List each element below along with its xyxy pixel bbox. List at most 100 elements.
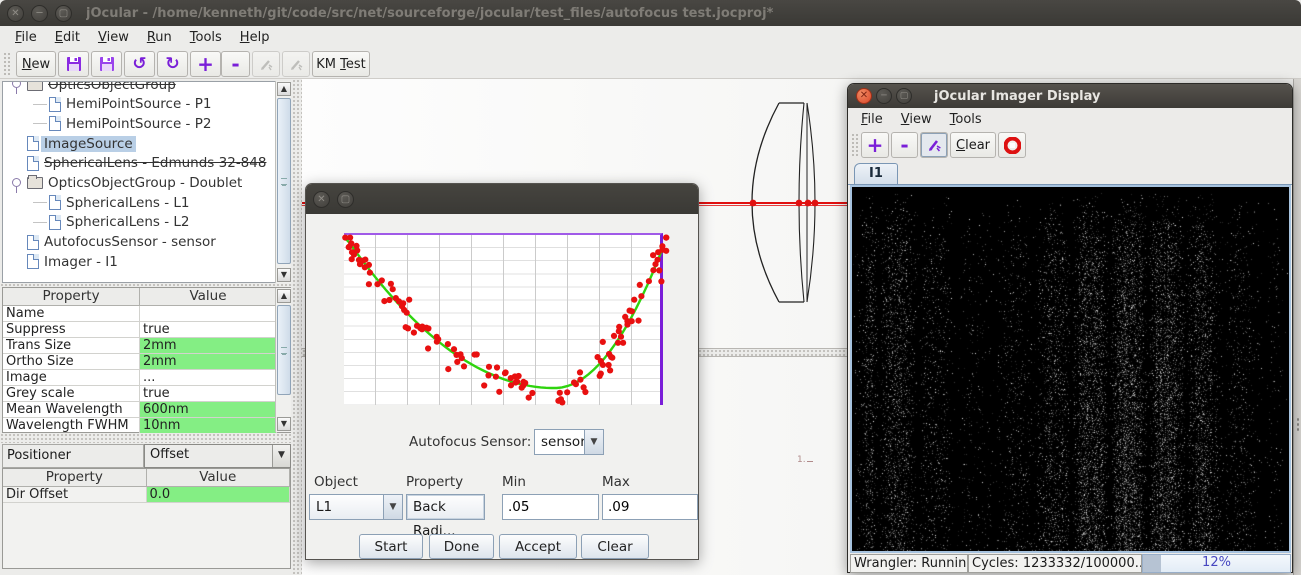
cell-value[interactable]: 10nm <box>140 418 277 433</box>
property-table[interactable]: Property Value NameSuppresstrueTrans Siz… <box>2 287 291 433</box>
clear-button[interactable]: Clear <box>581 534 649 559</box>
doc-icon <box>27 235 39 250</box>
tree-item-label: AutofocusSensor - sensor <box>41 234 219 250</box>
start-button[interactable]: Start <box>359 534 423 559</box>
save-icon[interactable] <box>58 51 89 77</box>
tree-scrollbar[interactable]: ▲ ▼ <box>275 81 291 283</box>
panel-splitter[interactable] <box>292 79 302 575</box>
toolbar-drag-handle[interactable] <box>851 133 860 157</box>
sensor-select[interactable]: sensor ▼ <box>534 429 604 455</box>
close-icon[interactable]: ✕ <box>313 191 330 208</box>
menu-file[interactable]: File <box>6 28 46 47</box>
scroll-down-icon[interactable]: ▼ <box>277 417 291 431</box>
table-row[interactable]: Mean Wavelength600nm <box>3 402 290 418</box>
maximize-icon[interactable]: ▢ <box>896 88 912 104</box>
doublet-lens-drawing[interactable] <box>737 95 832 310</box>
undo-icon[interactable]: ↺ <box>124 51 155 77</box>
km-test-button[interactable]: KM Test <box>312 51 370 77</box>
table-row[interactable]: Image... <box>3 370 290 386</box>
cell-value[interactable]: true <box>140 386 277 401</box>
imager-menu-view[interactable]: View <box>892 110 941 129</box>
accept-button[interactable]: Accept <box>499 534 577 559</box>
tree-item-opticsobjectgroup-doublet[interactable]: OpticsObjectGroup - Doublet <box>3 174 245 193</box>
tree-item-sphericallens-edmunds-32-848[interactable]: SphericalLens - Edmunds 32-848 <box>3 154 269 173</box>
save-as-icon[interactable] <box>91 51 122 77</box>
table-row[interactable]: Suppresstrue <box>3 322 290 338</box>
tab-i1[interactable]: I1 <box>854 163 898 184</box>
table-row[interactable]: Grey scaletrue <box>3 386 290 402</box>
max-input[interactable] <box>602 494 698 520</box>
table-row[interactable]: Name <box>3 306 290 322</box>
optics-object-tree[interactable]: OpticsObjectGroupHemiPointSource - P1Hem… <box>2 81 291 283</box>
menu-view[interactable]: View <box>89 28 138 47</box>
remove-icon[interactable]: - <box>891 132 918 158</box>
scroll-up-icon[interactable]: ▲ <box>277 82 291 96</box>
property-table-scrollbar[interactable]: ▲ ▼ <box>275 288 291 432</box>
sensor-image-display[interactable] <box>850 185 1291 553</box>
imager-tabrow: I1 <box>848 162 1292 185</box>
add-icon[interactable]: + <box>861 132 889 158</box>
tree-item-label: SphericalLens - L2 <box>63 214 193 230</box>
menu-run[interactable]: Run <box>138 28 181 47</box>
property-scroll-thumb[interactable] <box>277 305 291 395</box>
cycles-status: Cycles: 1233332/100000... <box>968 554 1142 573</box>
edit-icon[interactable] <box>920 132 948 158</box>
done-button[interactable]: Done <box>429 534 494 559</box>
add-icon[interactable]: + <box>190 51 221 77</box>
table-row[interactable]: Dir Offset0.0 <box>3 487 290 503</box>
tree-item-sphericallens-l1[interactable]: SphericalLens - L1 <box>3 193 193 212</box>
close-icon[interactable]: ✕ <box>7 5 24 22</box>
positioner-select[interactable]: Offset ▼ <box>144 444 291 468</box>
table-row[interactable]: Ortho Size2mm <box>3 354 290 370</box>
clear-button[interactable]: Clear <box>950 132 996 158</box>
cell-value[interactable]: ... <box>140 370 277 385</box>
minimize-icon[interactable]: ─ <box>876 88 892 104</box>
cell-value[interactable] <box>140 306 277 321</box>
minimize-icon[interactable]: ─ <box>31 5 48 22</box>
cell-property: Image <box>3 370 140 385</box>
object-select[interactable]: L1 ▼ <box>309 494 403 520</box>
toolbar-drag-handle[interactable] <box>3 52 12 76</box>
tree-item-imager-i1[interactable]: Imager - I1 <box>3 252 121 271</box>
cell-value[interactable]: 0.0 <box>147 487 291 502</box>
cell-value[interactable]: 2mm <box>140 354 277 369</box>
tree-item-autofocussensor-sensor[interactable]: AutofocusSensor - sensor <box>3 233 219 252</box>
imager-menu-tools[interactable]: Tools <box>941 110 991 129</box>
cell-value[interactable]: 600nm <box>140 402 277 417</box>
cell-property: Wavelength FWHM <box>3 418 140 433</box>
min-input[interactable] <box>502 494 599 520</box>
cell-value[interactable]: true <box>140 322 277 337</box>
cell-value[interactable]: 2mm <box>140 338 277 353</box>
scroll-down-icon[interactable]: ▼ <box>277 268 291 282</box>
imager-statusbar: Wrangler: Running Cycles: 1233332/100000… <box>850 554 1291 573</box>
chevron-down-icon: ▼ <box>383 495 402 519</box>
menu-tools[interactable]: Tools <box>181 28 231 47</box>
menu-edit[interactable]: Edit <box>46 28 89 47</box>
scroll-up-icon[interactable]: ▲ <box>277 289 291 303</box>
tree-item-hemipointsource-p2[interactable]: HemiPointSource - P2 <box>3 114 214 133</box>
new-button[interactable]: New <box>16 51 56 77</box>
tree-item-hemipointsource-p1[interactable]: HemiPointSource - P1 <box>3 95 214 114</box>
tree-item-sphericallens-l2[interactable]: SphericalLens - L2 <box>3 213 193 232</box>
tree-expand-toggle-icon[interactable] <box>12 81 21 88</box>
maximize-icon[interactable]: ▢ <box>337 191 354 208</box>
menu-help[interactable]: Help <box>231 28 279 47</box>
table-row[interactable]: Trans Size2mm <box>3 338 290 354</box>
maximize-icon[interactable]: ▢ <box>55 5 72 22</box>
autofocus-plot <box>344 233 663 405</box>
tree-item-imagesource[interactable]: ImageSource <box>3 134 136 153</box>
positioner-table[interactable]: Property Value Dir Offset0.0 <box>2 468 291 569</box>
property-button[interactable]: Back Radi... <box>406 494 485 520</box>
tree-item-opticsobjectgroup[interactable]: OpticsObjectGroup <box>3 81 179 94</box>
tree-expand-toggle-icon[interactable] <box>12 178 21 187</box>
stop-icon[interactable] <box>998 132 1026 158</box>
table-row[interactable]: Wavelength FWHM10nm <box>3 418 290 434</box>
close-icon[interactable]: ✕ <box>856 88 872 104</box>
tree-scroll-thumb[interactable] <box>277 98 291 264</box>
redo-icon[interactable]: ↻ <box>157 51 188 77</box>
imager-menu-file[interactable]: File <box>852 110 892 129</box>
right-splitter[interactable] <box>1293 79 1301 575</box>
imager-window: ✕ ─ ▢ jOcular Imager Display FileViewToo… <box>847 83 1293 573</box>
remove-icon[interactable]: - <box>221 51 250 77</box>
progress-bar: 12% <box>1142 554 1291 573</box>
